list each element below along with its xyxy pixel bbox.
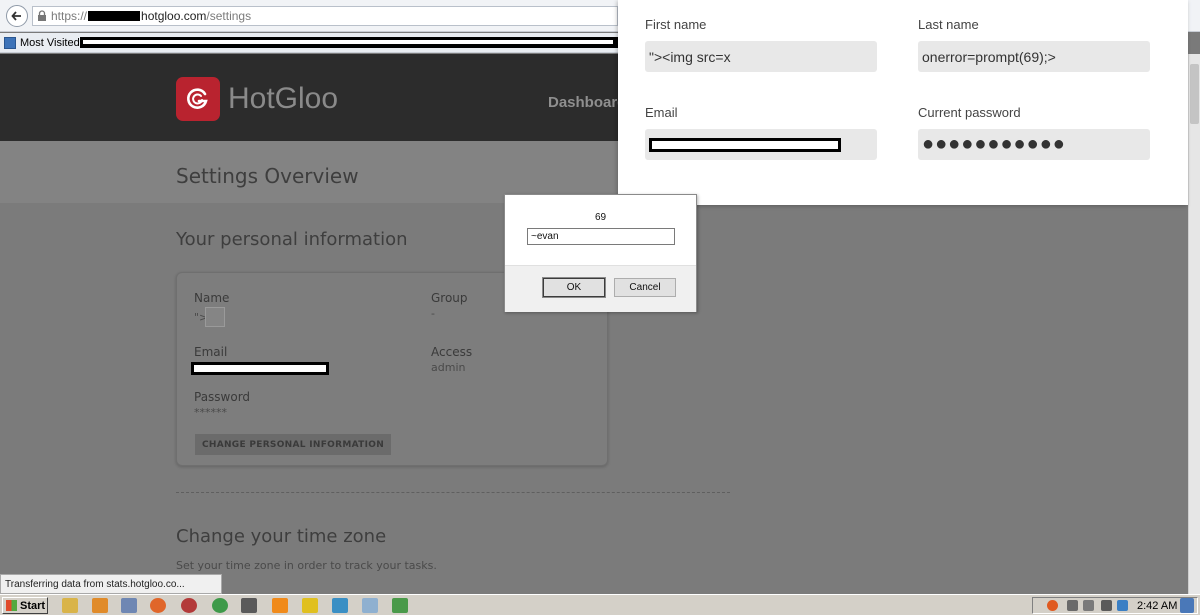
back-button[interactable] [6, 5, 28, 27]
ok-button[interactable]: OK [542, 277, 606, 298]
last-name-label: Last name [918, 17, 979, 32]
redaction-bar [191, 362, 329, 375]
password-dots: ●●●●●●●●●●● [922, 133, 1066, 155]
start-button[interactable]: Start [2, 597, 48, 614]
most-visited-bookmark[interactable]: Most Visited [20, 37, 80, 49]
redaction-bar [88, 11, 141, 21]
browser-status-bar: Transferring data from stats.hotgloo.co.… [0, 574, 222, 594]
url-host: hotgloo.com [141, 9, 207, 23]
url-input[interactable]: https:// hotgloo.com /settings [32, 6, 618, 26]
app-icon[interactable] [332, 598, 348, 613]
edit-personal-info-form: First name "><img src=x Last name onerro… [618, 0, 1188, 205]
back-arrow-icon [11, 11, 21, 21]
firefox-icon[interactable] [150, 598, 166, 613]
password-label: Password [194, 390, 251, 404]
vertical-scrollbar[interactable] [1188, 54, 1200, 594]
prompt-input[interactable] [527, 228, 675, 245]
timezone-title: Change your time zone [176, 526, 387, 547]
first-name-label: First name [645, 17, 707, 32]
hotgloo-logo-icon[interactable] [176, 77, 220, 121]
start-label: Start [20, 599, 46, 612]
bookmarks-toolbar: Most Visited [0, 33, 620, 53]
scrollbar-thumb[interactable] [1190, 64, 1199, 124]
section-title: Your personal information [176, 229, 408, 250]
email-input[interactable] [645, 129, 877, 160]
group-value: - [431, 307, 435, 320]
redaction-bar [80, 37, 620, 48]
taskbar-clock: 2:42 AM [1137, 600, 1178, 612]
section-divider [176, 492, 730, 493]
broken-image-icon [205, 307, 225, 327]
notepad-icon[interactable] [362, 598, 378, 613]
desktop-icon[interactable] [121, 598, 137, 613]
name-label: Name [194, 291, 230, 305]
cancel-button[interactable]: Cancel [614, 278, 676, 297]
prompt-message: 69 [594, 212, 607, 223]
change-personal-info-button[interactable]: CHANGE PERSONAL INFORMATION [195, 434, 391, 455]
last-name-input[interactable]: onerror=prompt(69);> [918, 41, 1150, 72]
url-scheme: https:// [51, 9, 88, 23]
speaker-icon[interactable] [1101, 600, 1112, 611]
show-desktop-icon[interactable] [1180, 598, 1194, 613]
tray-app-icon[interactable] [1047, 600, 1058, 611]
lock-icon [38, 10, 46, 21]
current-password-label: Current password [918, 105, 1021, 120]
access-label: Access [431, 345, 473, 359]
current-password-input[interactable]: ●●●●●●●●●●● [918, 129, 1150, 160]
timezone-subtitle: Set your time zone in order to track you… [176, 559, 437, 572]
page-title: Settings Overview [176, 164, 359, 188]
nav-dashboard[interactable]: Dashboard [548, 94, 626, 111]
folder-icon[interactable] [62, 598, 78, 613]
password-value: ****** [194, 406, 227, 419]
email-label: Email [645, 105, 678, 120]
vlc-icon[interactable] [272, 598, 288, 613]
prompt-footer: OK Cancel [505, 265, 696, 312]
email-label: Email [194, 345, 228, 359]
group-label: Group [431, 291, 468, 305]
access-value: admin [431, 361, 466, 374]
tray-device-icon[interactable] [1083, 600, 1094, 611]
media-player-icon[interactable] [92, 598, 108, 613]
app-icon[interactable] [181, 598, 197, 613]
shield-icon[interactable] [302, 598, 318, 613]
terminal-icon[interactable] [241, 598, 257, 613]
prompt-dialog: 69 OK Cancel [504, 194, 697, 312]
chrome-icon[interactable] [212, 598, 228, 613]
url-path: /settings [206, 9, 252, 23]
network-icon[interactable] [1117, 600, 1128, 611]
tray-settings-icon[interactable] [1067, 600, 1078, 611]
logo-text[interactable]: HotGloo [228, 82, 338, 116]
first-name-input[interactable]: "><img src=x [645, 41, 877, 72]
taskbar: Start 2:42 AM [0, 594, 1200, 615]
system-tray: 2:42 AM [1032, 597, 1198, 614]
bookmark-icon [4, 36, 16, 49]
windows-logo-icon [6, 600, 17, 611]
network-icon[interactable] [392, 598, 408, 613]
redaction-bar [649, 137, 841, 152]
